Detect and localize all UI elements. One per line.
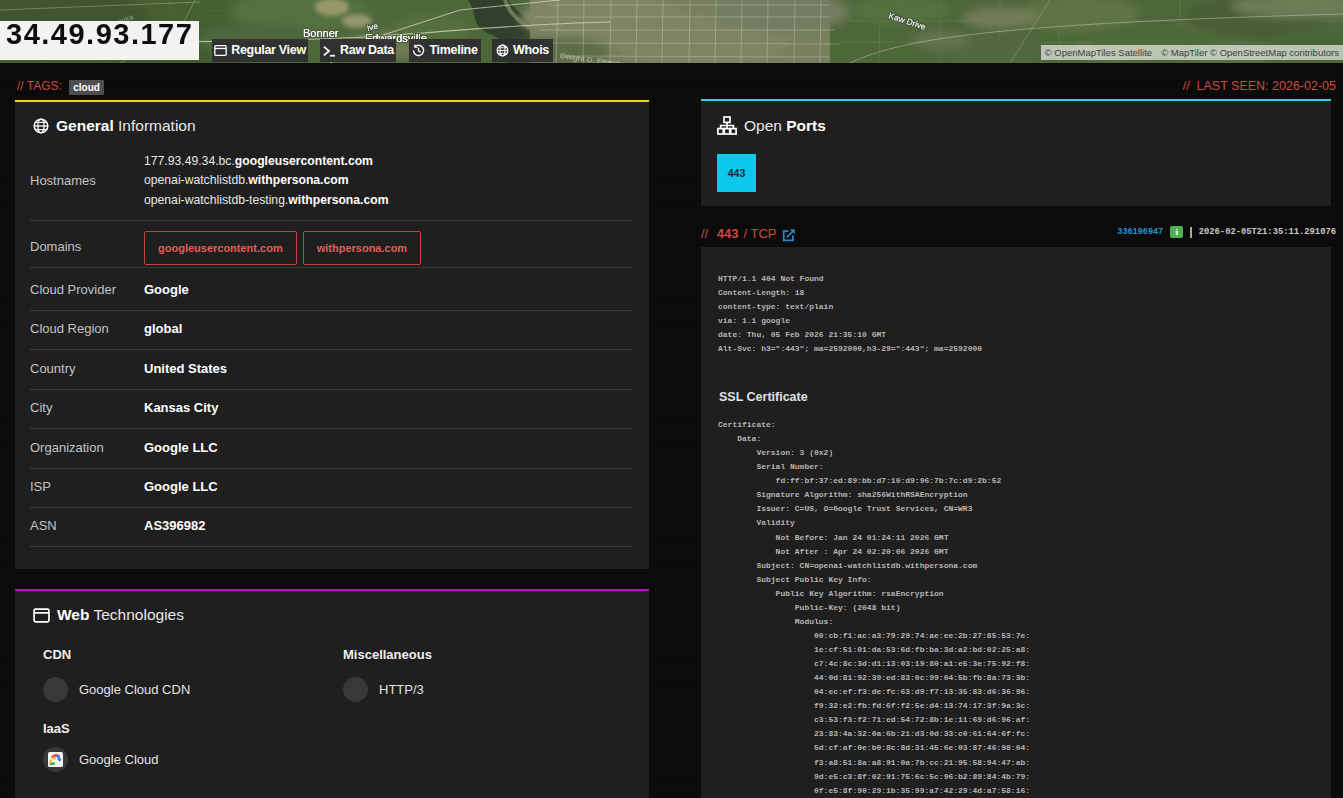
svg-text:Bonner: Bonner xyxy=(303,27,339,39)
